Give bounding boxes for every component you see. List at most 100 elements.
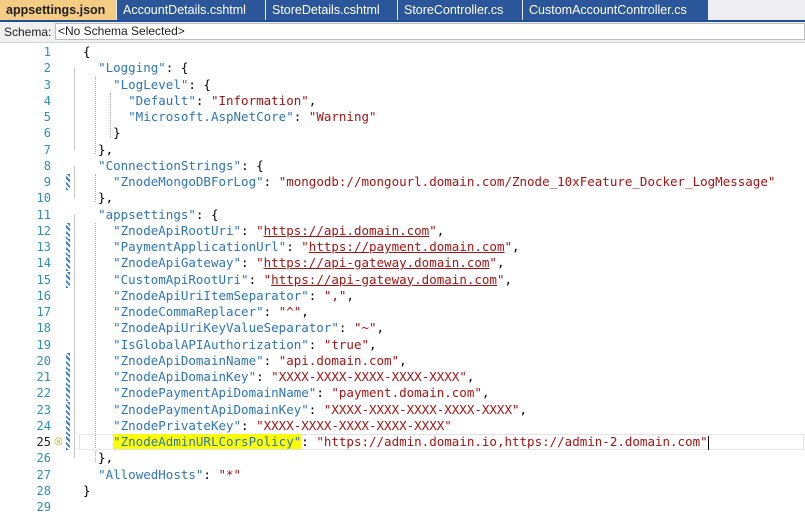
code-text: "ZnodePaymentApiDomainKey": "XXXX-XXXX-X… xyxy=(83,402,527,418)
code-line[interactable]: ◎ 25 "ZnodeAdminURLCorsPolicy": "https://… xyxy=(0,434,805,450)
code-line[interactable]: 27 "AllowedHosts": "*" xyxy=(0,467,805,483)
punctuation xyxy=(83,337,113,352)
code-text: "ZnodeApiDomainKey": "XXXX-XXXX-XXXX-XXX… xyxy=(83,369,474,385)
code-text: "ZnodeAdminURLCorsPolicy": "https://admi… xyxy=(83,434,709,450)
json-key: "AllowedHosts" xyxy=(98,466,204,482)
json-key: "ConnectionStrings" xyxy=(98,157,242,173)
punctuation xyxy=(83,223,113,238)
code-line[interactable]: 22 "ZnodePaymentApiDomainName": "payment… xyxy=(0,385,805,402)
json-key: "Logging" xyxy=(98,60,166,76)
code-text: }, xyxy=(83,142,113,158)
punctuation: : xyxy=(286,239,302,254)
code-line[interactable]: 13 "PaymentApplicationUrl": "https://pay… xyxy=(0,239,805,255)
code-line[interactable]: 20 "ZnodeApiDomainName": "api.domain.com… xyxy=(0,352,805,369)
punctuation: : xyxy=(263,352,279,368)
punctuation: , xyxy=(481,385,490,401)
punctuation: : xyxy=(195,92,211,108)
code-line[interactable]: 24 "ZnodePrivateKey": "XXXX-XXXX-XXXX-XX… xyxy=(0,417,805,434)
code-line[interactable]: 6 } xyxy=(0,125,805,141)
code-line[interactable]: 26 }, xyxy=(0,450,805,466)
code-line[interactable]: 28} xyxy=(0,483,805,499)
line-number: 16 xyxy=(36,288,51,303)
json-key: "ZnodeApiRootUri" xyxy=(113,222,242,238)
punctuation xyxy=(83,109,128,124)
json-key: "ZnodeApiDomainName" xyxy=(113,352,264,368)
json-value: "*" xyxy=(218,466,242,482)
code-line[interactable]: 4 "Default": "Information", xyxy=(0,93,805,109)
change-marker xyxy=(66,369,70,385)
code-text: "Default": "Information", xyxy=(83,93,316,109)
code-line[interactable]: 29 xyxy=(0,499,805,515)
lightbulb-icon[interactable]: ◎ xyxy=(54,436,64,448)
line-number: 24 xyxy=(36,418,51,433)
code-line[interactable]: 21 "ZnodeApiDomainKey": "XXXX-XXXX-XXXX-… xyxy=(0,369,805,385)
code-line[interactable]: 14 "ZnodeApiGateway": "https://api-gatew… xyxy=(0,255,805,272)
code-line[interactable]: 19 "IsGlobalAPIAuthorization": "true", xyxy=(0,337,805,353)
code-line[interactable]: 1{ xyxy=(0,44,805,60)
code-text: "AllowedHosts": "*" xyxy=(83,467,241,483)
tab-storedetails-cshtml[interactable]: StoreDetails.cshtml xyxy=(266,0,397,20)
code-line[interactable]: 10 }, xyxy=(0,190,805,206)
punctuation: , xyxy=(436,222,445,238)
punctuation: }, xyxy=(83,190,114,206)
punctuation: , xyxy=(399,352,407,368)
punctuation xyxy=(83,353,113,368)
punctuation xyxy=(83,272,113,287)
json-value: "mongodb://mongourl.domain.com/Znode_10x… xyxy=(278,174,776,189)
tab-label: StoreController.cs xyxy=(404,3,504,17)
code-line[interactable]: 23 "ZnodePaymentApiDomainKey": "XXXX-XXX… xyxy=(0,401,805,418)
tab-bar: appsettings.json AccountDetails.cshtml S… xyxy=(0,0,805,22)
change-marker xyxy=(66,239,70,255)
line-number: 28 xyxy=(36,483,51,498)
json-value: https://api.domain.com xyxy=(263,222,430,238)
code-text: "ZnodeApiRootUri": "https://api.domain.c… xyxy=(83,223,444,239)
punctuation: : xyxy=(241,222,257,238)
change-marker xyxy=(66,352,70,369)
punctuation: : xyxy=(316,385,332,401)
code-line[interactable]: 2 "Logging": { xyxy=(0,60,805,76)
line-number: 11 xyxy=(36,207,51,222)
json-value: "~" xyxy=(353,320,377,336)
json-key: "ZnodeApiUriKeyValueSeparator" xyxy=(113,320,339,336)
change-marker xyxy=(66,222,70,239)
code-line[interactable]: 17 "ZnodeCommaReplacer": "^", xyxy=(0,304,805,320)
punctuation xyxy=(83,467,98,482)
json-key: "CustomApiRootUri" xyxy=(113,271,249,287)
punctuation xyxy=(83,158,98,173)
tab-accountdetails-cshtml[interactable]: AccountDetails.cshtml xyxy=(117,0,265,20)
code-line[interactable]: 18 "ZnodeApiUriKeyValueSeparator": "~", xyxy=(0,320,805,336)
code-line[interactable]: 9 "ZnodeMongoDBForLog": "mongodb://mongo… xyxy=(0,174,805,190)
punctuation: , xyxy=(504,271,513,287)
code-line[interactable]: 15 "CustomApiRootUri": "https://api-gate… xyxy=(0,271,805,288)
code-line[interactable]: 8 "ConnectionStrings": { xyxy=(0,158,805,174)
code-line[interactable]: 16 "ZnodeApiUriItemSeparator": ",", xyxy=(0,288,805,304)
code-line[interactable]: 3 "LogLevel": { xyxy=(0,77,805,93)
code-line[interactable]: 7 }, xyxy=(0,142,805,158)
schema-dropdown[interactable]: <No Schema Selected> xyxy=(55,23,805,40)
change-marker xyxy=(66,271,70,288)
tab-customaccountcontroller-cs[interactable]: CustomAccountController.cs xyxy=(523,0,708,20)
code-line[interactable]: 11 "appsettings": { xyxy=(0,207,805,223)
code-line[interactable]: 5 "Microsoft.AspNetCore": "Warning" xyxy=(0,109,805,125)
json-key: "ZnodePaymentApiDomainKey" xyxy=(113,401,309,417)
json-value: "XXXX-XXXX-XXXX-XXXX-XXXX" xyxy=(323,401,520,417)
code-text: "ZnodeApiUriKeyValueSeparator": "~", xyxy=(83,320,384,336)
punctuation: , xyxy=(519,401,528,417)
punctuation: : xyxy=(263,304,279,319)
json-key: "Default" xyxy=(128,92,196,108)
json-value: " xyxy=(489,255,497,271)
punctuation xyxy=(83,418,113,433)
tab-storecontroller-cs[interactable]: StoreController.cs xyxy=(398,0,522,20)
json-key: "ZnodePaymentApiDomainName" xyxy=(113,385,317,401)
punctuation: , xyxy=(369,336,377,352)
json-value: "Information" xyxy=(210,92,309,108)
code-editor[interactable]: 1{2 "Logging": {3 "LogLevel": {4 "Defaul… xyxy=(0,43,805,514)
code-text: }, xyxy=(83,190,113,206)
punctuation: : xyxy=(241,255,257,271)
punctuation xyxy=(83,77,113,92)
line-number: 3 xyxy=(43,77,51,92)
json-key: "LogLevel" xyxy=(113,76,189,92)
tab-appsettings-json[interactable]: appsettings.json xyxy=(0,0,116,20)
code-line[interactable]: 12 "ZnodeApiRootUri": "https://api.domai… xyxy=(0,222,805,239)
code-text: "Microsoft.AspNetCore": "Warning" xyxy=(83,109,376,125)
